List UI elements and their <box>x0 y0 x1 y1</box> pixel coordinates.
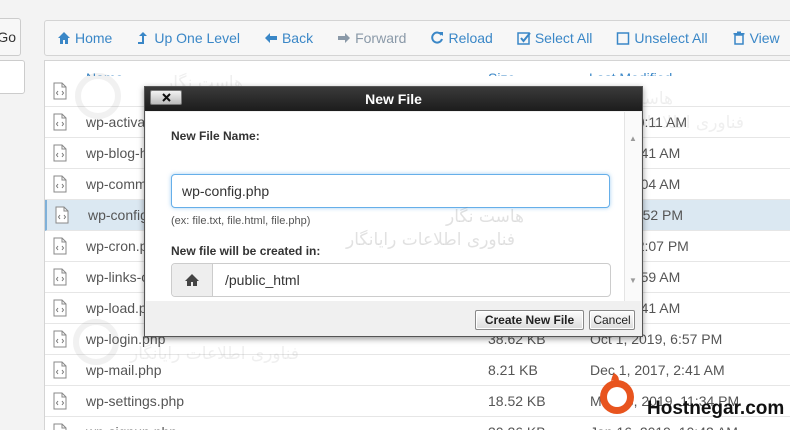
scroll-down-icon[interactable]: ▼ <box>629 276 637 285</box>
php-file-icon <box>53 113 67 131</box>
scroll-up-icon[interactable]: ▲ <box>629 134 637 143</box>
php-file-icon <box>53 423 67 430</box>
forward-button[interactable]: Forward <box>325 21 418 55</box>
php-file-icon <box>53 237 67 255</box>
back-label: Back <box>281 30 314 46</box>
back-button[interactable]: Back <box>252 21 325 55</box>
up-one-level-button[interactable]: Up One Level <box>124 21 252 55</box>
dialog-title: New File <box>365 91 422 107</box>
directory-tree-panel <box>0 60 25 94</box>
up-one-level-label: Up One Level <box>154 30 240 46</box>
dialog-title-bar: New File <box>145 87 642 111</box>
view-trash-button[interactable]: View <box>720 21 790 55</box>
checkbox-checked-icon <box>517 32 531 45</box>
file-name-input[interactable]: wp-config.php <box>171 174 610 208</box>
trash-icon <box>733 31 745 45</box>
location-value: /public_html <box>225 272 300 288</box>
create-new-file-button[interactable]: Create New File <box>475 310 584 330</box>
file-name: wp-mail.php <box>86 362 162 378</box>
php-file-icon <box>53 144 67 162</box>
checkbox-empty-icon <box>617 32 630 45</box>
brand-watermark: Hostnegar.com <box>585 371 790 421</box>
brand-name: Hostnegar.com <box>647 398 785 419</box>
brand-logo-icon <box>600 373 634 414</box>
cancel-button[interactable]: Cancel <box>589 310 635 330</box>
home-icon <box>185 274 199 286</box>
file-last-modified: Jan 16, 2019, 10:42 AM <box>590 424 738 430</box>
file-name-label: New File Name: <box>171 129 260 143</box>
php-file-icon <box>55 206 69 224</box>
arrow-left-icon <box>264 33 277 43</box>
dialog-body: New File Name: wp-config.php (ex: file.t… <box>146 112 624 301</box>
location-field[interactable]: /public_html <box>171 263 611 297</box>
arrow-right-icon <box>338 33 351 43</box>
level-up-icon <box>138 32 148 44</box>
php-file-icon <box>53 361 67 379</box>
file-manager-toolbar: Home Up One Level Back Forward Reload Se… <box>44 20 790 56</box>
watermark-subtext: فناوری اطلاعات رایانگار <box>346 230 516 250</box>
php-file-icon <box>53 175 67 193</box>
dialog-scrollbar[interactable]: ▲ ▼ <box>624 112 641 301</box>
home-icon <box>58 32 70 44</box>
php-file-icon <box>53 392 67 410</box>
reload-label: Reload <box>448 30 493 46</box>
home-button[interactable]: Home <box>45 21 124 55</box>
file-name: wp-signup.php <box>86 424 177 430</box>
unselect-all-label: Unselect All <box>634 30 708 46</box>
dialog-footer: Create New File Cancel <box>145 303 642 336</box>
file-name: wp-settings.php <box>86 393 185 409</box>
select-all-label: Select All <box>534 30 593 46</box>
watermark-text: هاست نگار <box>446 207 524 227</box>
file-name-hint: (ex: file.txt, file.html, file.php) <box>171 215 311 227</box>
file-size: 30.26 KB <box>488 424 546 430</box>
close-icon <box>162 93 171 102</box>
location-label: New file will be created in: <box>171 244 321 258</box>
reload-button[interactable]: Reload <box>418 21 504 55</box>
forward-label: Forward <box>355 30 407 46</box>
view-label: View <box>749 30 780 46</box>
php-file-icon <box>53 268 67 286</box>
reload-icon <box>431 31 444 44</box>
file-name-value: wp-config.php <box>182 183 270 199</box>
home-label: Home <box>75 30 113 46</box>
php-file-icon <box>53 330 67 348</box>
file-size: 8.21 KB <box>488 362 538 378</box>
dialog-close-button[interactable] <box>150 90 182 105</box>
location-addon <box>172 264 213 296</box>
php-file-icon <box>53 82 67 100</box>
select-all-button[interactable]: Select All <box>505 21 605 55</box>
unselect-all-button[interactable]: Unselect All <box>604 21 719 55</box>
go-button[interactable]: Go <box>0 18 21 56</box>
php-file-icon <box>53 299 67 317</box>
file-size: 18.52 KB <box>488 393 546 409</box>
new-file-dialog: New File New File Name: wp-config.php (e… <box>144 86 643 337</box>
